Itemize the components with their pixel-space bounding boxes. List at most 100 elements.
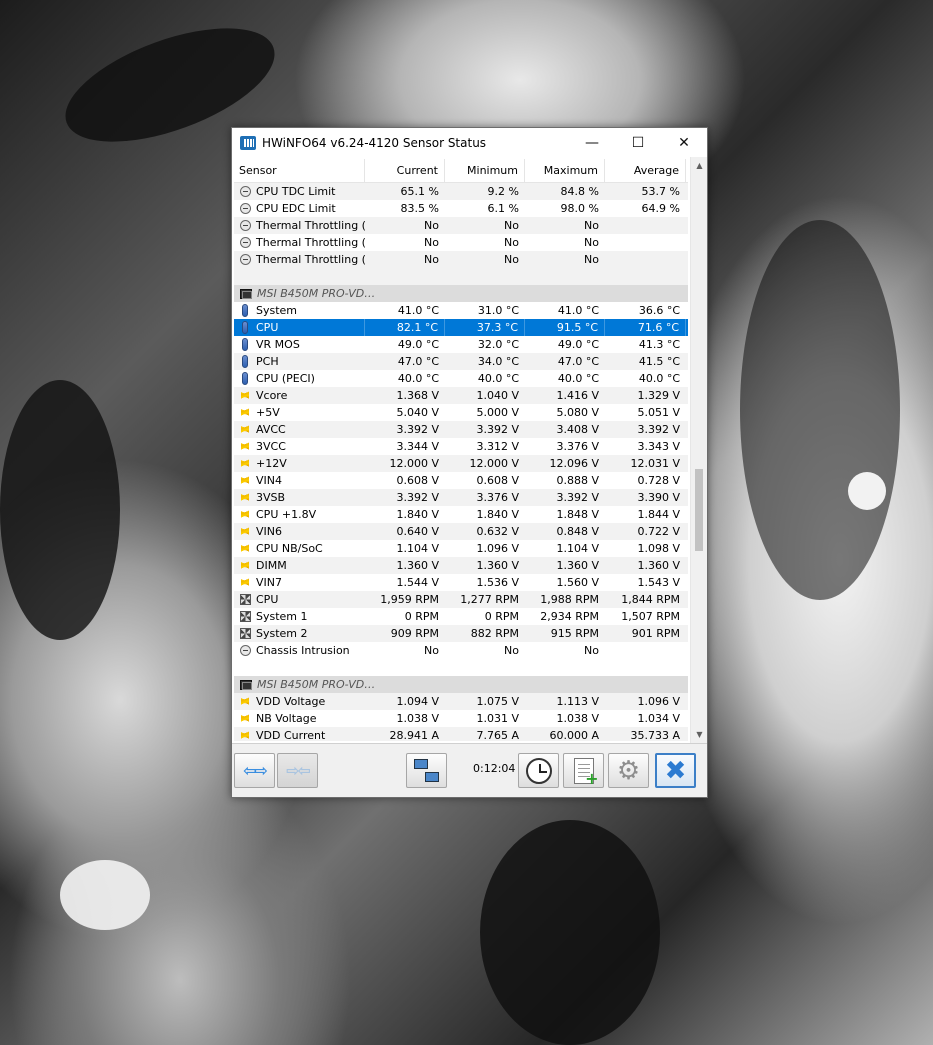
table-row[interactable]: VIN7 1.544 V 1.536 V 1.560 V 1.543 V [234,574,688,591]
current-value: 3.344 V [396,440,439,453]
limit-icon [240,645,251,656]
current-value: 47.0 °C [397,355,439,368]
table-row[interactable]: NB Voltage 1.038 V 1.031 V 1.038 V 1.034 V [234,710,688,727]
sensor-name-cell: VIN6 [234,523,365,540]
current-value: 83.5 % [400,202,439,215]
scrollbar-thumb[interactable] [695,469,703,551]
table-row[interactable]: CPU TDC Limit 65.1 % 9.2 % 84.8 % 53.7 % [234,183,688,200]
collapse-button[interactable]: ⇨⇦ [277,753,318,788]
fan-icon [240,611,251,622]
minimum-value: No [504,219,519,232]
average-value: 1.844 V [637,508,680,521]
close-sensors-button[interactable]: ✖ [655,753,696,788]
expand-button[interactable]: ⇦⇨ [234,753,275,788]
column-header-current[interactable]: Current [365,159,445,183]
current-value: 82.1 °C [365,319,445,336]
current-value: 41.0 °C [397,304,439,317]
table-row[interactable]: CPU NB/SoC 1.104 V 1.096 V 1.104 V 1.098 V [234,540,688,557]
average-value: 40.0 °C [638,372,680,385]
current-value: 5.040 V [396,406,439,419]
table-row[interactable]: System 41.0 °C 31.0 °C 41.0 °C 36.6 °C [234,302,688,319]
minimum-value: 7.765 A [476,729,519,741]
scroll-down-arrow-icon[interactable]: ▼ [691,726,707,743]
group-name: MSI B450M PRO-VD… [257,678,376,691]
table-header: Sensor Current Minimum Maximum Average [234,159,688,183]
wallpaper-splat [480,820,660,1045]
column-header-maximum[interactable]: Maximum [525,159,605,183]
average-value [605,251,686,268]
column-header-average[interactable]: Average [605,159,686,183]
spacer-row [234,659,688,676]
table-row[interactable]: VIN4 0.608 V 0.608 V 0.888 V 0.728 V [234,472,688,489]
average-value: 36.6 °C [638,304,680,317]
maximum-value: 40.0 °C [557,372,599,385]
average-value: 1.360 V [637,559,680,572]
wallpaper-splat [740,220,900,600]
reset-timer-button[interactable] [518,753,559,788]
table-row[interactable]: CPU 1,959 RPM 1,277 RPM 1,988 RPM 1,844 RPM [234,591,688,608]
sensor-name-cell: VIN4 [234,472,365,489]
average-value: 1.096 V [637,695,680,708]
average-value: 1,844 RPM [621,593,680,606]
table-row[interactable]: Thermal Throttling (… No No No [234,217,688,234]
maximize-button[interactable]: ☐ [615,128,661,157]
table-row[interactable]: CPU 82.1 °C 37.3 °C 91.5 °C 71.6 °C [234,319,688,336]
table-row[interactable]: Chassis Intrusion No No No [234,642,688,659]
table-row[interactable]: System 1 0 RPM 0 RPM 2,934 RPM 1,507 RPM [234,608,688,625]
voltage-icon [241,525,249,538]
sensor-name-cell: NB Voltage [234,710,365,727]
maximum-value: 1.560 V [556,576,599,589]
table-row[interactable]: VDD Voltage 1.094 V 1.075 V 1.113 V 1.096 V [234,693,688,710]
sensor-name-cell: CPU [234,319,365,336]
table-row[interactable]: VDD Current 28.941 A 7.765 A 60.000 A 35.733… [234,727,688,741]
table-row[interactable]: AVCC 3.392 V 3.392 V 3.408 V 3.392 V [234,421,688,438]
close-window-button[interactable]: ✕ [661,128,707,157]
table-row[interactable]: CPU +1.8V 1.840 V 1.840 V 1.848 V 1.844 V [234,506,688,523]
voltage-icon [241,440,249,453]
sensor-name-cell: Thermal Throttling (… [234,251,365,268]
table-row[interactable]: VIN6 0.640 V 0.632 V 0.848 V 0.722 V [234,523,688,540]
table-row[interactable]: Thermal Throttling (… No No No [234,234,688,251]
minimum-value: 1,277 RPM [460,593,519,606]
current-value: 40.0 °C [397,372,439,385]
minimum-value: 9.2 % [487,185,519,198]
start-logging-button[interactable]: + [563,753,604,788]
arrows-expand-icon: ⇦⇨ [243,761,268,780]
maximum-value: 1,988 RPM [540,593,599,606]
minimum-value: 12.000 V [469,457,519,470]
table-row[interactable]: CPU (PECI) 40.0 °C 40.0 °C 40.0 °C 40.0 °C [234,370,688,387]
sensor-group-header[interactable]: MSI B450M PRO-VD… [234,676,688,693]
sensor-group-header[interactable]: MSI B450M PRO-VD… [234,285,688,302]
table-row[interactable]: DIMM 1.360 V 1.360 V 1.360 V 1.360 V [234,557,688,574]
settings-button[interactable]: ⚙ [608,753,649,788]
column-header-minimum[interactable]: Minimum [445,159,525,183]
sensor-name-cell: System 1 [234,608,365,625]
sensor-name: CPU (PECI) [256,372,315,385]
vertical-scrollbar[interactable]: ▲ ▼ [690,157,707,743]
maximum-value: 3.376 V [556,440,599,453]
sensor-status-window: HWiNFO64 v6.24-4120 Sensor Status — ☐ ✕ … [231,127,708,798]
table-row[interactable]: System 2 909 RPM 882 RPM 915 RPM 901 RPM [234,625,688,642]
sensor-rows: CPU TDC Limit 65.1 % 9.2 % 84.8 % 53.7 % CPU … [234,183,688,741]
table-row[interactable]: +12V 12.000 V 12.000 V 12.096 V 12.031 V [234,455,688,472]
title-bar[interactable]: HWiNFO64 v6.24-4120 Sensor Status — ☐ ✕ [232,128,707,157]
current-value: 3.392 V [396,423,439,436]
table-row[interactable]: Thermal Throttling (… No No No [234,251,688,268]
table-row[interactable]: 3VSB 3.392 V 3.376 V 3.392 V 3.390 V [234,489,688,506]
network-button[interactable] [406,753,447,788]
minimum-value: 1.031 V [476,712,519,725]
table-row[interactable]: 3VCC 3.344 V 3.312 V 3.376 V 3.343 V [234,438,688,455]
column-header-sensor[interactable]: Sensor [234,159,365,183]
average-value: 3.343 V [637,440,680,453]
table-row[interactable]: +5V 5.040 V 5.000 V 5.080 V 5.051 V [234,404,688,421]
table-row[interactable]: Vcore 1.368 V 1.040 V 1.416 V 1.329 V [234,387,688,404]
minimum-value: 34.0 °C [477,355,519,368]
table-row[interactable]: PCH 47.0 °C 34.0 °C 47.0 °C 41.5 °C [234,353,688,370]
table-row[interactable]: CPU EDC Limit 83.5 % 6.1 % 98.0 % 64.9 % [234,200,688,217]
scroll-up-arrow-icon[interactable]: ▲ [691,157,707,174]
maximum-value: 3.408 V [556,423,599,436]
sensor-name: VDD Voltage [256,695,326,708]
table-row[interactable]: VR MOS 49.0 °C 32.0 °C 49.0 °C 41.3 °C [234,336,688,353]
sensor-name: +12V [256,457,287,470]
minimize-button[interactable]: — [569,128,615,157]
